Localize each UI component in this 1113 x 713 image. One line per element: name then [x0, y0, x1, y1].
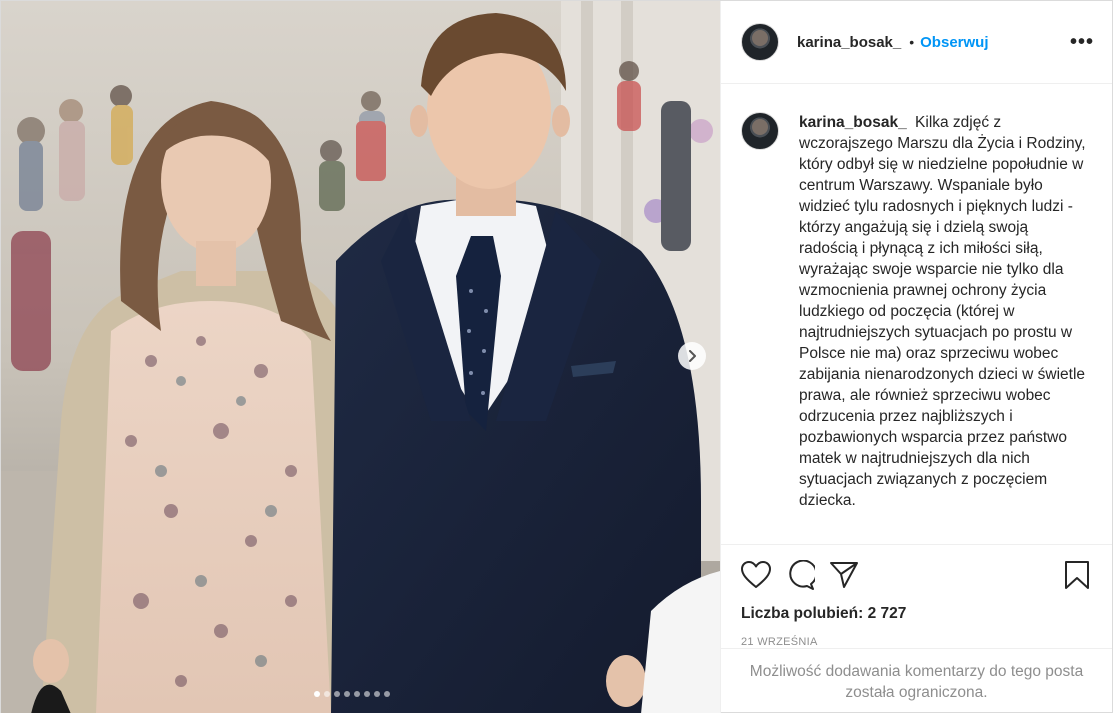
carousel-dot: [354, 691, 360, 697]
likes-count[interactable]: Liczba polubień: 2 727: [741, 605, 1092, 623]
carousel-dot: [344, 691, 350, 697]
carousel-indicator: [314, 691, 390, 697]
caption-text-block: karina_bosak_ Kilka zdjęć z wczorajszego…: [799, 112, 1089, 544]
carousel-dot: [334, 691, 340, 697]
post-caption: karina_bosak_ Kilka zdjęć z wczorajszego…: [721, 84, 1112, 544]
avatar[interactable]: [741, 23, 779, 61]
comment-icon: [789, 560, 815, 590]
like-button[interactable]: [741, 560, 771, 590]
heart-icon: [741, 561, 771, 588]
caption-username[interactable]: karina_bosak_: [799, 114, 907, 131]
share-icon: [830, 562, 858, 588]
carousel-dot: [374, 691, 380, 697]
header-username[interactable]: karina_bosak_: [797, 34, 901, 51]
carousel-dot: [384, 691, 390, 697]
comments-limited-notice: Możliwość dodawania komentarzy do tego p…: [721, 648, 1112, 713]
post-photo[interactable]: [1, 1, 720, 713]
post-header: karina_bosak_ • Obserwuj •••: [721, 1, 1112, 84]
instagram-post: karina_bosak_ • Obserwuj ••• karina_bosa…: [0, 0, 1113, 713]
photo-scene: [1, 1, 720, 713]
carousel-next-button[interactable]: [678, 342, 706, 370]
comment-button[interactable]: [785, 560, 815, 590]
caption-body: Kilka zdjęć z wczorajszego Marszu dla Ży…: [799, 114, 1086, 509]
post-sidebar: karina_bosak_ • Obserwuj ••• karina_bosa…: [720, 1, 1112, 713]
follow-button[interactable]: Obserwuj: [920, 34, 988, 51]
share-button[interactable]: [829, 560, 859, 590]
carousel-dot: [324, 691, 330, 697]
carousel-dot: [364, 691, 370, 697]
chevron-right-icon: [689, 350, 696, 362]
carousel-dot: [314, 691, 320, 697]
save-button[interactable]: [1062, 560, 1092, 590]
post-actions: Liczba polubień: 2 727 21 WRZEŚNIA Możli…: [721, 544, 1112, 713]
more-options-icon[interactable]: •••: [1070, 31, 1094, 54]
bookmark-icon: [1065, 561, 1089, 589]
header-separator: •: [909, 34, 915, 50]
caption-avatar[interactable]: [741, 112, 779, 150]
post-date: 21 WRZEŚNIA: [741, 636, 818, 648]
action-icons: [741, 545, 1092, 605]
